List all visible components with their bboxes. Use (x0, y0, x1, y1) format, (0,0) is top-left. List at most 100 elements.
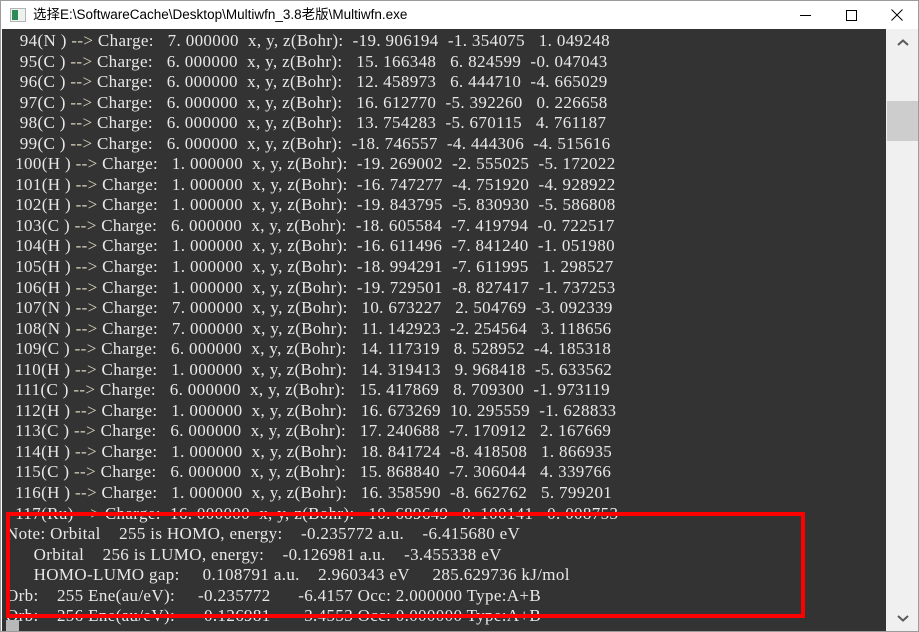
vertical-scrollbar[interactable] (886, 29, 918, 631)
scrollbar-thumb[interactable] (887, 101, 918, 141)
atom-index-element: 111(C ) (6, 380, 74, 400)
arrow-glyph: --> (74, 359, 97, 379)
atom-line: 110(H ) --> Charge: 1. 000000 x, y, z(Bo… (6, 360, 887, 381)
atom-line: 103(C ) --> Charge: 6. 000000 x, y, z(Bo… (6, 216, 887, 237)
arrow-glyph: --> (75, 154, 98, 174)
arrow-glyph: --> (70, 133, 93, 153)
atom-charge-coords: Charge: 1. 000000 x, y, z(Bohr): -19. 26… (97, 154, 616, 174)
arrow-glyph: --> (75, 318, 98, 338)
console-output-area[interactable]: 94(N ) --> Charge: 7. 000000 x, y, z(Boh… (2, 29, 918, 631)
atom-index-element: 95(C ) (6, 51, 71, 71)
atom-index-element: 109(C ) (6, 339, 75, 359)
close-button[interactable] (874, 1, 918, 29)
window-controls (782, 1, 918, 29)
arrow-glyph: --> (75, 298, 98, 318)
atom-charge-coords: Charge: 6. 000000 x, y, z(Bohr): 15. 417… (95, 380, 610, 400)
arrow-glyph: --> (74, 483, 97, 503)
summary-line: Note: Orbital 255 is HOMO, energy: -0.23… (6, 524, 521, 544)
atom-charge-coords: Charge: 6. 000000 x, y, z(Bohr): 14. 117… (96, 339, 612, 359)
atom-line: 98(C ) --> Charge: 6. 000000 x, y, z(Boh… (6, 113, 887, 134)
atom-index-element: 113(C ) (6, 421, 75, 441)
atom-line: 96(C ) --> Charge: 6. 000000 x, y, z(Boh… (6, 72, 887, 93)
atom-index-element: 102(H ) (6, 195, 76, 215)
atom-line: 107(N ) --> Charge: 7. 000000 x, y, z(Bo… (6, 298, 887, 319)
atom-line: 113(C ) --> Charge: 6. 000000 x, y, z(Bo… (6, 421, 887, 442)
summary-line: Orb: 255 Ene(au/eV): -0.235772 -6.4157 O… (6, 585, 542, 605)
title-bar[interactable]: 选择E:\SoftwareCache\Desktop\Multiwfn_3.8老… (1, 1, 918, 29)
atom-index-element: 116(H ) (6, 483, 75, 503)
minimize-button[interactable] (782, 1, 828, 29)
arrow-glyph: --> (74, 339, 97, 359)
atom-charge-coords: Charge: 6. 000000 x, y, z(Bohr): 17. 240… (96, 421, 612, 441)
atom-charge-coords: Charge: 7. 000000 x, y, z(Bohr): -19. 90… (93, 31, 610, 50)
atom-index-element: 117(Ru) (6, 503, 79, 523)
atom-charge-coords: Charge: 1. 000000 x, y, z(Bohr): 18. 841… (96, 441, 613, 461)
arrow-glyph: --> (74, 400, 97, 420)
atom-index-element: 96(C ) (6, 72, 71, 92)
arrow-glyph: --> (70, 51, 93, 71)
arrow-glyph: --> (70, 72, 93, 92)
arrow-glyph: --> (75, 174, 98, 194)
atom-charge-coords: Charge: 6. 000000 x, y, z(Bohr): 13. 754… (92, 113, 607, 133)
atom-line: 114(H ) --> Charge: 1. 000000 x, y, z(Bo… (6, 442, 887, 463)
close-icon (891, 9, 903, 21)
atom-line: 106(H ) --> Charge: 1. 000000 x, y, z(Bo… (6, 278, 887, 299)
atom-charge-coords: Charge: 7. 000000 x, y, z(Bohr): 10. 673… (97, 298, 613, 318)
atom-line: 94(N ) --> Charge: 7. 000000 x, y, z(Boh… (6, 31, 887, 52)
atom-line: 111(C ) --> Charge: 6. 000000 x, y, z(Bo… (6, 380, 887, 401)
atom-line: 99(C ) --> Charge: 6. 000000 x, y, z(Boh… (6, 134, 887, 155)
summary-line: Orbital 256 is LUMO, energy: -0.126981 a… (6, 544, 502, 564)
scroll-down-button[interactable] (887, 604, 918, 631)
maximize-button[interactable] (828, 1, 874, 29)
arrow-glyph: --> (70, 92, 93, 112)
atom-line: 101(H ) --> Charge: 1. 000000 x, y, z(Bo… (6, 175, 887, 196)
atom-charge-coords: Charge: 1. 000000 x, y, z(Bohr): -16. 74… (97, 174, 616, 194)
atom-charge-coords: Charge: 16. 000000 x, y, z(Bohr): 10. 68… (100, 503, 619, 523)
atom-line: 109(C ) --> Charge: 6. 000000 x, y, z(Bo… (6, 339, 887, 360)
summary-line: Orb: 256 Ene(au/eV): -0.126981 -3.4553 O… (6, 606, 542, 626)
atom-line: 95(C ) --> Charge: 6. 000000 x, y, z(Boh… (6, 52, 887, 73)
atom-charge-coords: Charge: 6. 000000 x, y, z(Bohr): 15. 868… (96, 462, 612, 482)
minimize-icon (799, 14, 811, 16)
arrow-glyph: --> (70, 113, 93, 133)
atom-charge-coords: Charge: 1. 000000 x, y, z(Bohr): -19. 72… (97, 277, 616, 297)
atom-index-element: 110(H ) (6, 359, 75, 379)
arrow-glyph: --> (75, 236, 98, 256)
atom-index-element: 105(H ) (6, 257, 76, 277)
atom-charge-coords: Charge: 6. 000000 x, y, z(Bohr): -18. 74… (92, 133, 611, 153)
atom-charge-coords: Charge: 6. 000000 x, y, z(Bohr): -18. 60… (96, 215, 615, 235)
summary-line: HOMO-LUMO gap: 0.108791 a.u. 2.960343 eV… (6, 565, 570, 585)
atom-index-element: 108(N ) (6, 318, 76, 338)
atom-charge-coords: Charge: 6. 000000 x, y, z(Bohr): 15. 166… (92, 51, 608, 71)
atom-charge-coords: Charge: 6. 000000 x, y, z(Bohr): 12. 458… (92, 72, 608, 92)
arrow-glyph: --> (73, 380, 96, 400)
atom-index-element: 98(C ) (6, 113, 71, 133)
atom-line: 116(H ) --> Charge: 1. 000000 x, y, z(Bo… (6, 483, 887, 504)
console-app-icon (10, 7, 26, 22)
atom-line: 102(H ) --> Charge: 1. 000000 x, y, z(Bo… (6, 195, 887, 216)
atom-charge-coords: Charge: 6. 000000 x, y, z(Bohr): 16. 612… (92, 92, 608, 112)
maximize-icon (845, 9, 857, 21)
atom-index-element: 107(N ) (6, 298, 76, 318)
scroll-up-button[interactable] (887, 29, 918, 57)
atom-charge-coords: Charge: 7. 000000 x, y, z(Bohr): 11. 142… (97, 318, 612, 338)
arrow-glyph: --> (71, 31, 94, 50)
atom-line: 117(Ru) --> Charge: 16. 000000 x, y, z(B… (6, 504, 887, 525)
arrow-glyph: --> (75, 195, 98, 215)
atom-line: 105(H ) --> Charge: 1. 000000 x, y, z(Bo… (6, 257, 887, 278)
arrow-glyph: --> (74, 421, 96, 441)
atom-charge-coords: Charge: 1. 000000 x, y, z(Bohr): 16. 358… (96, 483, 613, 503)
arrow-glyph: --> (75, 257, 98, 277)
atom-charge-coords: Charge: 1. 000000 x, y, z(Bohr): -16. 61… (97, 236, 615, 256)
atom-index-element: 114(H ) (6, 441, 75, 461)
atom-line: 97(C ) --> Charge: 6. 000000 x, y, z(Boh… (6, 93, 887, 114)
console-window: 选择E:\SoftwareCache\Desktop\Multiwfn_3.8老… (0, 0, 919, 632)
console-caret (6, 620, 19, 631)
console-text: 94(N ) --> Charge: 7. 000000 x, y, z(Boh… (2, 29, 887, 631)
atom-index-element: 115(C ) (6, 462, 75, 482)
atom-line: 112(H ) --> Charge: 1. 000000 x, y, z(Bo… (6, 401, 887, 422)
atom-line: 100(H ) --> Charge: 1. 000000 x, y, z(Bo… (6, 154, 887, 175)
atom-line: 108(N ) --> Charge: 7. 000000 x, y, z(Bo… (6, 319, 887, 340)
atom-index-element: 103(C ) (6, 215, 75, 235)
arrow-glyph: --> (74, 441, 97, 461)
